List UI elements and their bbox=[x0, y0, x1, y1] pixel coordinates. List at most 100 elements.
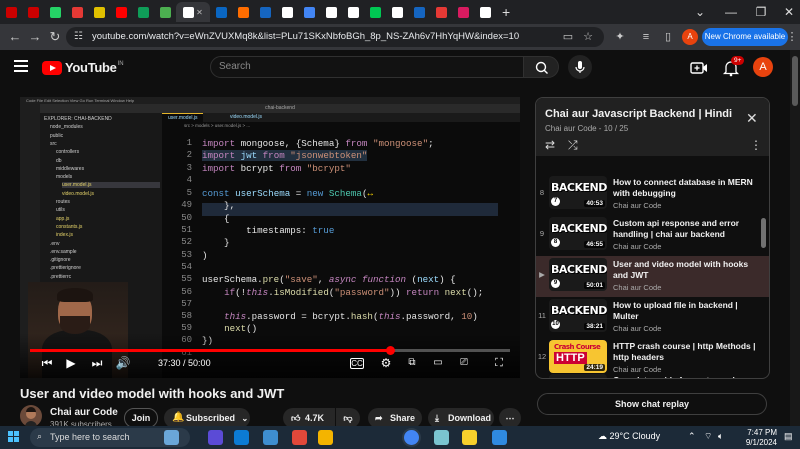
sidebar-icon[interactable]: ▯ bbox=[660, 29, 676, 45]
settings-gear-icon[interactable]: ⚙ bbox=[377, 356, 395, 370]
miniplayer-icon[interactable]: ⧉ bbox=[403, 356, 421, 370]
browser-tab[interactable] bbox=[66, 2, 88, 22]
show-chat-replay-button[interactable]: Show chat replay bbox=[537, 393, 767, 415]
share-button[interactable]: ➦ Share bbox=[368, 408, 422, 428]
subscribed-button[interactable]: 🔔 Subscribed ⌄ bbox=[164, 408, 250, 428]
close-icon[interactable]: ✕ bbox=[746, 110, 758, 127]
hamburger-menu-icon[interactable] bbox=[14, 60, 28, 72]
browser-tab[interactable] bbox=[232, 2, 254, 22]
search-box[interactable] bbox=[210, 56, 524, 78]
browser-tab[interactable] bbox=[276, 2, 298, 22]
volume-icon[interactable]: 🔊 bbox=[114, 356, 132, 370]
browser-tab[interactable] bbox=[430, 2, 452, 22]
close-window-button[interactable]: ✕ bbox=[774, 0, 800, 24]
cast-icon[interactable]: ⎚ bbox=[455, 356, 473, 370]
account-avatar[interactable]: A bbox=[753, 57, 773, 77]
progress-bar[interactable] bbox=[30, 346, 510, 355]
browser-tab[interactable] bbox=[452, 2, 474, 22]
copilot-icon[interactable] bbox=[164, 430, 179, 445]
captions-icon[interactable]: CC bbox=[350, 358, 364, 369]
more-actions-button[interactable]: ⋯ bbox=[499, 408, 521, 428]
video-player[interactable]: Code File Edit Selection View Go Run Ter… bbox=[20, 97, 520, 378]
browser-tab[interactable]: ✕ bbox=[176, 2, 210, 22]
previous-icon[interactable]: ⏮ bbox=[38, 356, 56, 370]
voice-search-button[interactable] bbox=[568, 55, 592, 79]
playlist-item[interactable]: 9 BACKEND 8 46:55 Custom api response and er… bbox=[536, 215, 769, 256]
sticky-notes-icon[interactable] bbox=[462, 430, 477, 445]
file-explorer-icon[interactable] bbox=[318, 430, 333, 445]
kebab-menu-icon[interactable]: ⋮ bbox=[784, 29, 800, 45]
mail-icon[interactable] bbox=[263, 430, 278, 445]
browser-tab[interactable] bbox=[88, 2, 110, 22]
download-button[interactable]: ⤓ Download bbox=[428, 408, 494, 428]
browser-tab[interactable] bbox=[386, 2, 408, 22]
address-bar[interactable]: ☷ youtube.com/watch?v=eWnZVUXMq8k&list=P… bbox=[66, 27, 604, 47]
playlist-menu-icon[interactable]: ⋮ bbox=[750, 138, 762, 152]
edge-browser-icon[interactable] bbox=[234, 430, 249, 445]
playlist-title[interactable]: Chai aur Javascript Backend | Hindi bbox=[545, 108, 732, 120]
site-info-icon[interactable]: ☷ bbox=[74, 30, 88, 44]
cast-icon[interactable]: ▭ bbox=[560, 29, 576, 45]
browser-tab[interactable] bbox=[320, 2, 342, 22]
weather-widget[interactable]: ☁ 29°C Cloudy bbox=[598, 431, 660, 442]
browser-tab[interactable] bbox=[342, 2, 364, 22]
network-icon[interactable]: ⌔ bbox=[704, 431, 712, 442]
task-view-icon[interactable] bbox=[208, 430, 223, 445]
browser-tab[interactable] bbox=[154, 2, 176, 22]
page-scrollbar[interactable] bbox=[790, 50, 800, 426]
scrubber-handle[interactable] bbox=[386, 346, 395, 355]
browser-tab[interactable] bbox=[364, 2, 386, 22]
browser-tab[interactable] bbox=[474, 2, 496, 22]
search-input[interactable] bbox=[219, 61, 509, 72]
playlist-item[interactable]: 8 BACKEND 7 40:53 How to connect database in… bbox=[536, 174, 769, 215]
browser-tab[interactable] bbox=[408, 2, 430, 22]
create-button[interactable] bbox=[690, 59, 708, 77]
menu-list-icon[interactable]: ≡ bbox=[638, 29, 654, 45]
tab-search-button[interactable]: ⌄ bbox=[690, 0, 710, 24]
browser-tab[interactable] bbox=[298, 2, 320, 22]
browser-tab[interactable] bbox=[22, 2, 44, 22]
fullscreen-icon[interactable]: ⛶ bbox=[490, 356, 508, 370]
profile-avatar[interactable]: A bbox=[682, 29, 698, 45]
browser-tab[interactable] bbox=[0, 2, 22, 22]
channel-name[interactable]: Chai aur Code bbox=[50, 407, 118, 418]
speaker-icon[interactable]: 🔈︎ bbox=[718, 431, 723, 442]
back-button[interactable]: ← bbox=[6, 28, 24, 46]
notifications-icon[interactable]: ▤ bbox=[784, 431, 793, 442]
close-tab-icon[interactable]: ✕ bbox=[196, 8, 203, 17]
windows-start-icon[interactable] bbox=[8, 431, 20, 443]
playlist-item[interactable]: BACKEND Complete guide for router and bbox=[536, 372, 769, 378]
playlist-item[interactable]: 11 BACKEND 10 38:21 How to upload file in ba… bbox=[536, 297, 769, 338]
vscode-icon[interactable] bbox=[492, 430, 507, 445]
bookmark-star-icon[interactable]: ☆ bbox=[580, 29, 596, 45]
chrome-icon[interactable] bbox=[404, 430, 419, 445]
system-tray-chevron-icon[interactable]: ⌃ bbox=[688, 431, 696, 442]
browser-tab[interactable] bbox=[110, 2, 132, 22]
chrome-update-button[interactable]: New Chrome available bbox=[702, 28, 788, 46]
playlist-scrollbar[interactable] bbox=[761, 218, 766, 248]
dislike-button[interactable]: 👎︎ bbox=[336, 408, 360, 428]
search-button[interactable] bbox=[523, 56, 559, 78]
like-button[interactable]: 👍︎ 4.7K bbox=[283, 408, 335, 428]
extensions-icon[interactable]: ✦ bbox=[612, 29, 628, 45]
maximize-window-button[interactable]: ❐ bbox=[746, 0, 776, 24]
browser-tab[interactable] bbox=[44, 2, 66, 22]
theater-mode-icon[interactable]: ▭ bbox=[429, 356, 447, 370]
loop-icon[interactable]: ⇄ bbox=[545, 138, 555, 152]
join-button[interactable]: Join bbox=[124, 408, 158, 428]
shuffle-icon[interactable]: ⤮ bbox=[568, 138, 578, 153]
store-icon[interactable] bbox=[292, 430, 307, 445]
play-icon[interactable]: ▶ bbox=[62, 356, 80, 370]
minimize-window-button[interactable]: — bbox=[716, 0, 746, 24]
channel-avatar[interactable] bbox=[20, 405, 42, 427]
notepad-icon[interactable] bbox=[434, 430, 449, 445]
reload-button[interactable]: ↻ bbox=[46, 28, 64, 46]
playlist-item[interactable]: ▶ BACKEND 9 50:01 User and video model with … bbox=[536, 256, 769, 297]
clock[interactable]: 7:47 PM 9/1/2024 bbox=[733, 428, 777, 448]
new-tab-button[interactable]: + bbox=[502, 4, 510, 20]
next-icon[interactable]: ⏭ bbox=[88, 356, 106, 370]
browser-tab[interactable] bbox=[132, 2, 154, 22]
forward-button[interactable]: → bbox=[26, 28, 44, 46]
browser-tab[interactable] bbox=[254, 2, 276, 22]
youtube-logo[interactable]: YouTube IN bbox=[42, 60, 124, 75]
